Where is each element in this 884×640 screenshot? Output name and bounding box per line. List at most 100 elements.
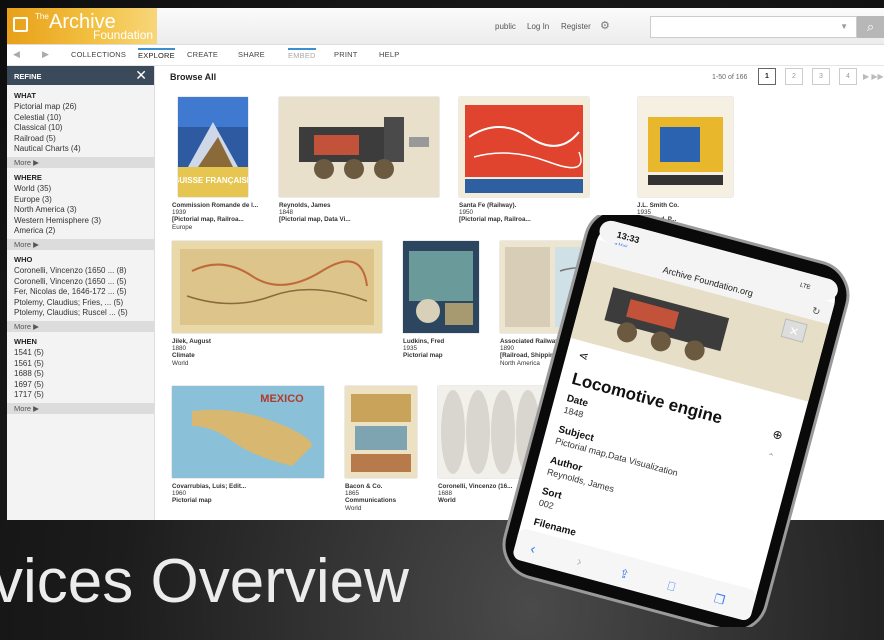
refine-header: REFINE ✕ xyxy=(7,66,154,85)
page-title: Browse All xyxy=(170,72,217,82)
result-count: 1-50 of 166 xyxy=(712,74,748,81)
item-subject: [Pictorial map, Data Vi... xyxy=(279,216,351,224)
back-arrow-icon[interactable]: ◀ xyxy=(13,49,20,60)
item-year: 1848 xyxy=(279,209,294,217)
logo-the: The xyxy=(35,12,49,21)
refine-title: REFINE xyxy=(14,72,42,81)
item-name[interactable]: J.L. Smith Co. xyxy=(637,202,679,209)
facet-item[interactable]: Ptolemy, Claudius; Fries, ... (5) xyxy=(7,298,154,309)
item-name[interactable]: Commission Romande de l... xyxy=(172,202,258,209)
tab-share[interactable]: SHARE xyxy=(238,50,265,59)
thumb-ludkins-map[interactable] xyxy=(403,241,479,333)
item-name[interactable]: Covarrubias, Luis; Edit... xyxy=(172,483,246,490)
close-icon[interactable]: ✕ xyxy=(135,67,147,84)
facet-item[interactable]: World (35) xyxy=(7,184,154,195)
facet-item[interactable]: Celestial (10) xyxy=(7,113,154,124)
tab-create[interactable]: CREATE xyxy=(187,50,218,59)
thumb-mexico-map[interactable]: MEXICO xyxy=(172,386,324,478)
facet-when: WHEN 1541 (5) 1561 (5) 1688 (5) 1697 (5)… xyxy=(7,334,154,414)
next-page-icon[interactable]: ▶ ▶▶ xyxy=(863,72,884,81)
facet-item[interactable]: 1541 (5) xyxy=(7,348,154,359)
search-button[interactable]: ⌕ xyxy=(857,16,884,38)
item-name[interactable]: Santa Fe (Railway). xyxy=(459,202,531,209)
logo-foundation: Foundation xyxy=(93,28,154,42)
main-nav: ◀ ▶ COLLECTIONS EXPLORE CREATE SHARE EMB… xyxy=(7,45,884,66)
facet-item[interactable]: North America (3) xyxy=(7,205,154,216)
thumb-suisse-poster[interactable]: SUISSE FRANÇAISE xyxy=(178,97,248,197)
tab-embed[interactable]: EMBED xyxy=(288,48,316,60)
forward-arrow-icon[interactable]: ▶ xyxy=(42,49,49,60)
facet-heading: WHERE xyxy=(14,173,42,182)
facet-item[interactable]: Fer, Nicolas de, 1646-172 ... (5) xyxy=(7,287,154,298)
thumb-jl-smith-map[interactable] xyxy=(638,97,733,197)
refine-sidebar: REFINE ✕ WHAT Pictorial map (26) Celesti… xyxy=(7,66,155,520)
public-link[interactable]: public xyxy=(495,22,516,31)
overview-banner: vices Overview xyxy=(0,547,409,616)
facet-item[interactable]: Nautical Charts (4) xyxy=(7,144,154,155)
tab-print[interactable]: PRINT xyxy=(334,50,358,59)
chevron-down-icon[interactable]: ▼ xyxy=(840,22,848,31)
facet-what: WHAT Pictorial map (26) Celestial (10) C… xyxy=(7,88,154,168)
item-place: World xyxy=(345,504,362,512)
login-link[interactable]: Log In xyxy=(527,22,549,31)
register-link[interactable]: Register xyxy=(561,22,591,31)
more-button[interactable]: More ▶ xyxy=(7,156,154,168)
item-caption: Reynolds, James 1848 [Pictorial map, Dat… xyxy=(279,202,351,224)
page-3-button[interactable]: 3 xyxy=(812,68,830,85)
item-caption: Jilek, August 1880 Climate World xyxy=(172,338,211,367)
item-place: World xyxy=(172,359,189,367)
item-name[interactable]: Ludkins, Fred xyxy=(403,338,444,345)
thumb-locomotive[interactable] xyxy=(279,97,439,197)
item-name[interactable]: Jilek, August xyxy=(172,338,211,345)
item-year: 1960 xyxy=(172,490,187,498)
item-place: Europe xyxy=(172,223,193,231)
facet-item[interactable]: 1697 (5) xyxy=(7,380,154,391)
thumb-climate-map[interactable] xyxy=(172,241,382,333)
facet-heading: WHEN xyxy=(14,337,37,346)
facet-item[interactable]: 1561 (5) xyxy=(7,359,154,370)
item-caption: Commission Romande de l... 1939 [Pictori… xyxy=(172,202,258,231)
item-subject: [Pictorial map, Railroa... xyxy=(172,216,244,224)
facet-item[interactable]: Ptolemy, Claudius; Ruscel ... (5) xyxy=(7,308,154,319)
item-subject: Communications xyxy=(345,497,397,505)
facet-item[interactable]: Europe (3) xyxy=(7,195,154,206)
facet-item[interactable]: Western Hemisphere (3) xyxy=(7,216,154,227)
thumb-bacon-poster[interactable] xyxy=(345,386,417,478)
item-year: 1688 xyxy=(438,490,453,498)
gear-icon[interactable]: ⚙ xyxy=(600,19,610,32)
facet-item[interactable]: 1717 (5) xyxy=(7,390,154,401)
item-year: 1950 xyxy=(459,209,474,217)
item-caption: Bacon & Co. 1865 Communications World xyxy=(345,483,396,512)
search-icon: ⌕ xyxy=(866,19,875,34)
item-subject: Pictorial map xyxy=(403,352,443,360)
page-4-button[interactable]: 4 xyxy=(839,68,857,85)
item-name[interactable]: Reynolds, James xyxy=(279,202,351,209)
site-logo[interactable]: The Archive Foundation xyxy=(7,8,157,44)
facet-heading: WHO xyxy=(14,255,33,264)
facet-heading: WHAT xyxy=(14,91,36,100)
more-button[interactable]: More ▶ xyxy=(7,238,154,250)
facet-item[interactable]: Railroad (5) xyxy=(7,134,154,145)
tab-help[interactable]: HELP xyxy=(379,50,399,59)
more-button[interactable]: More ▶ xyxy=(7,402,154,414)
facet-who: WHO Coronelli, Vincenzo (1650 ... (8) Co… xyxy=(7,252,154,332)
facet-item[interactable]: Pictorial map (26) xyxy=(7,102,154,113)
tab-explore[interactable]: EXPLORE xyxy=(138,48,175,60)
search-input[interactable]: ▼ xyxy=(650,16,857,38)
item-year: 1939 xyxy=(172,209,187,217)
facet-item[interactable]: Coronelli, Vincenzo (1650 ... (8) xyxy=(7,266,154,277)
facet-item[interactable]: Coronelli, Vincenzo (1650 ... (5) xyxy=(7,277,154,288)
item-subject: Pictorial map xyxy=(172,497,212,505)
tab-collections[interactable]: COLLECTIONS xyxy=(71,50,126,59)
facet-item[interactable]: 1688 (5) xyxy=(7,369,154,380)
app-header: The Archive Foundation public Log In Reg… xyxy=(7,8,884,45)
item-name[interactable]: Bacon & Co. xyxy=(345,483,396,490)
facet-where: WHERE World (35) Europe (3) North Americ… xyxy=(7,170,154,250)
logo-box-icon xyxy=(13,17,28,32)
page-2-button[interactable]: 2 xyxy=(785,68,803,85)
facet-item[interactable]: Classical (10) xyxy=(7,123,154,134)
thumb-santa-fe-map[interactable] xyxy=(459,97,589,197)
page-1-button[interactable]: 1 xyxy=(758,68,776,85)
more-button[interactable]: More ▶ xyxy=(7,320,154,332)
facet-item[interactable]: America (2) xyxy=(7,226,154,237)
